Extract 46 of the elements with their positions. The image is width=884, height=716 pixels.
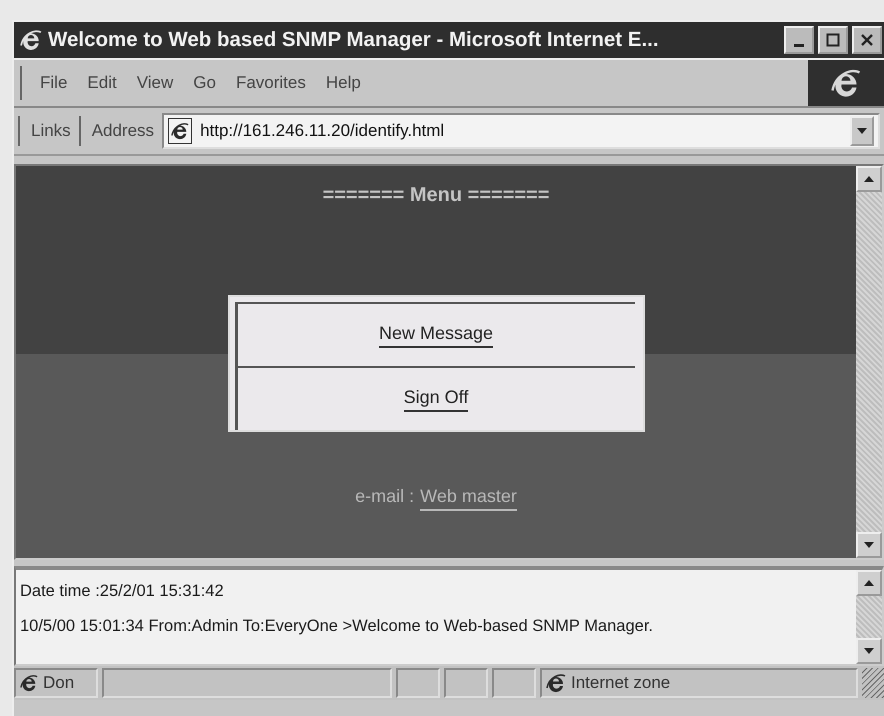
browser-logo-icon: [831, 68, 861, 98]
webmaster-link[interactable]: Web master: [420, 486, 517, 511]
menu-item[interactable]: Favorites: [228, 71, 314, 95]
scrollbar[interactable]: [856, 166, 882, 558]
contact-label: e-mail :: [355, 486, 414, 508]
address-field[interactable]: http://161.246.11.20/identify.html: [162, 113, 880, 149]
maximize-icon: [826, 33, 840, 47]
status-panel: [396, 668, 440, 698]
scroll-up-button[interactable]: [856, 570, 882, 596]
minimize-button[interactable]: [784, 26, 814, 54]
browser-icon: [20, 29, 42, 51]
zone-text: Internet zone: [571, 673, 670, 693]
scroll-down-button[interactable]: [856, 532, 882, 558]
scrollbar[interactable]: [856, 570, 882, 664]
down-arrow-icon: [856, 127, 868, 135]
status-panel: [492, 668, 536, 698]
minimize-icon: [794, 44, 804, 46]
page-icon: [171, 122, 190, 140]
links-label[interactable]: Links: [29, 121, 73, 141]
menu-heading: ======= Menu =======: [322, 184, 550, 207]
status-panel: [444, 668, 488, 698]
message-line: 10/5/00 15:01:34 From:Admin To:EveryOne >Welcome to Web-based SNMP Manager.: [20, 617, 654, 636]
menu-link[interactable]: New Message: [378, 322, 494, 348]
maximize-button[interactable]: [818, 26, 848, 54]
down-arrow-icon: [863, 541, 875, 549]
menu-link[interactable]: Sign Off: [404, 386, 468, 412]
page-icon: [20, 674, 38, 692]
close-button[interactable]: [852, 26, 882, 54]
menu-item[interactable]: File: [32, 71, 76, 95]
down-arrow-icon: [863, 647, 875, 655]
scroll-down-button[interactable]: [856, 638, 882, 664]
dropdown-button[interactable]: [850, 116, 874, 146]
menu-item[interactable]: Go: [185, 71, 224, 95]
up-arrow-icon: [863, 579, 875, 587]
address-label: Address: [90, 121, 156, 141]
window-title: Welcome to Web based SNMP Manager - Microsoft Internet E...: [48, 28, 660, 52]
menu-item[interactable]: Help: [318, 71, 369, 95]
close-icon: [860, 33, 874, 47]
up-arrow-icon: [863, 175, 875, 183]
message-line: Date time :25/2/01 15:31:42: [20, 582, 225, 601]
browser-icon: [546, 673, 566, 693]
menu-item[interactable]: Edit: [79, 71, 125, 95]
status-text: Don: [43, 673, 74, 693]
resize-grip[interactable]: [862, 668, 884, 698]
scroll-up-button[interactable]: [856, 166, 882, 192]
menu-item[interactable]: View: [128, 71, 182, 95]
